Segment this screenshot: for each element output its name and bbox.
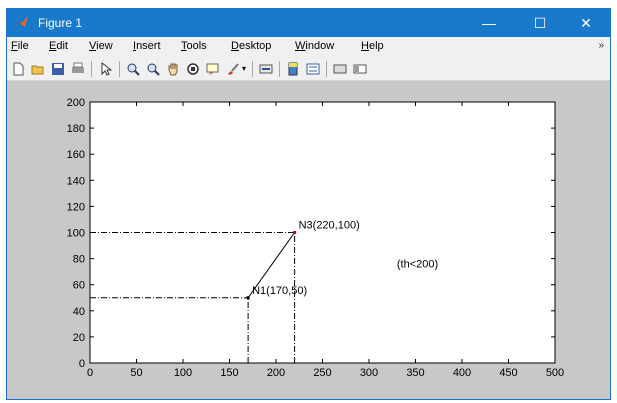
figure-toolbar: ▾ [7, 57, 610, 81]
title-bar[interactable]: Figure 1 — ☐ ✕ [7, 9, 610, 37]
y-tick-label: 40 [73, 306, 85, 318]
minimize-icon: — [482, 15, 496, 31]
y-tick-label: 60 [73, 280, 85, 292]
y-tick-label: 20 [73, 332, 85, 344]
x-tick-label: 250 [313, 367, 331, 379]
y-tick-label: 140 [67, 175, 85, 187]
menu-view[interactable]: View [89, 40, 113, 52]
toolbar-separator [326, 61, 327, 77]
menu-help[interactable]: Help [361, 40, 384, 52]
zoom-in-icon[interactable] [124, 60, 141, 77]
show-plot-tools-icon[interactable] [351, 60, 368, 77]
x-tick-label: 350 [406, 367, 424, 379]
toolbar-separator [252, 61, 253, 77]
colorbar-icon[interactable] [284, 60, 301, 77]
brush-dropdown-icon[interactable]: ▾ [240, 60, 248, 77]
save-icon[interactable] [49, 60, 66, 77]
new-figure-icon[interactable] [9, 60, 26, 77]
menu-insert[interactable]: Insert [133, 40, 161, 52]
matlab-logo-icon [14, 16, 28, 27]
print-icon[interactable] [69, 60, 86, 77]
maximize-button[interactable]: ☐ [517, 9, 563, 37]
y-tick-label: 180 [67, 123, 85, 135]
double-chevron-icon[interactable]: » [598, 40, 604, 51]
x-tick-label: 200 [267, 367, 285, 379]
close-button[interactable]: ✕ [563, 9, 609, 37]
zoom-out-icon[interactable] [144, 60, 161, 77]
rotate-3d-icon[interactable] [184, 60, 201, 77]
pointer-icon[interactable] [97, 60, 114, 77]
x-tick-label: 50 [130, 367, 142, 379]
point-label: N3(220,100) [299, 220, 360, 232]
y-tick-label: 120 [67, 201, 85, 213]
toolbar-separator [119, 61, 120, 77]
brush-icon[interactable] [224, 60, 241, 77]
x-tick-label: 150 [220, 367, 238, 379]
window-title: Figure 1 [38, 16, 83, 30]
toolbar-separator [279, 61, 280, 77]
x-tick-label: 500 [546, 367, 564, 379]
x-tick-label: 100 [174, 367, 192, 379]
x-tick-label: 300 [360, 367, 378, 379]
minimize-button[interactable]: — [466, 9, 512, 37]
data-cursor-icon[interactable] [204, 60, 221, 77]
x-tick-label: 400 [453, 367, 471, 379]
pan-hand-icon[interactable] [164, 60, 181, 77]
menu-edit[interactable]: Edit [49, 40, 68, 52]
menu-bar: File Edit View Insert Tools Desktop Wind… [7, 37, 610, 57]
hide-plot-tools-icon[interactable] [331, 60, 348, 77]
close-icon: ✕ [580, 14, 592, 31]
y-tick-label: 100 [67, 228, 85, 240]
menu-window[interactable]: Window [295, 40, 334, 52]
plot-area: 0 50 100 150 200 250 300 350 400 450 500 0 20 40 60 80… [67, 97, 565, 379]
y-tick-label: 0 [79, 358, 85, 370]
y-tick-label: 80 [73, 254, 85, 266]
annotation-text: (th<200) [397, 259, 438, 271]
toolbar-separator [91, 61, 92, 77]
legend-icon[interactable] [304, 60, 321, 77]
point-marker [246, 296, 250, 300]
figure-canvas: 0 50 100 150 200 250 300 350 400 450 500 0 20 40 60 80… [7, 81, 610, 399]
point-label: N1(170,50) [252, 285, 307, 297]
menu-tools[interactable]: Tools [181, 40, 207, 52]
y-tick-label: 160 [67, 149, 85, 161]
open-file-icon[interactable] [29, 60, 46, 77]
point-marker [293, 231, 297, 234]
figure-window: Figure 1 — ☐ ✕ File Edit View Insert Too… [6, 8, 611, 400]
x-tick-label: 0 [87, 367, 93, 379]
maximize-icon: ☐ [533, 14, 547, 31]
x-tick-label: 450 [499, 367, 517, 379]
y-tick-label: 200 [67, 97, 85, 109]
menu-desktop[interactable]: Desktop [231, 40, 271, 52]
link-plot-icon[interactable] [257, 60, 274, 77]
menu-file[interactable]: File [11, 40, 29, 52]
